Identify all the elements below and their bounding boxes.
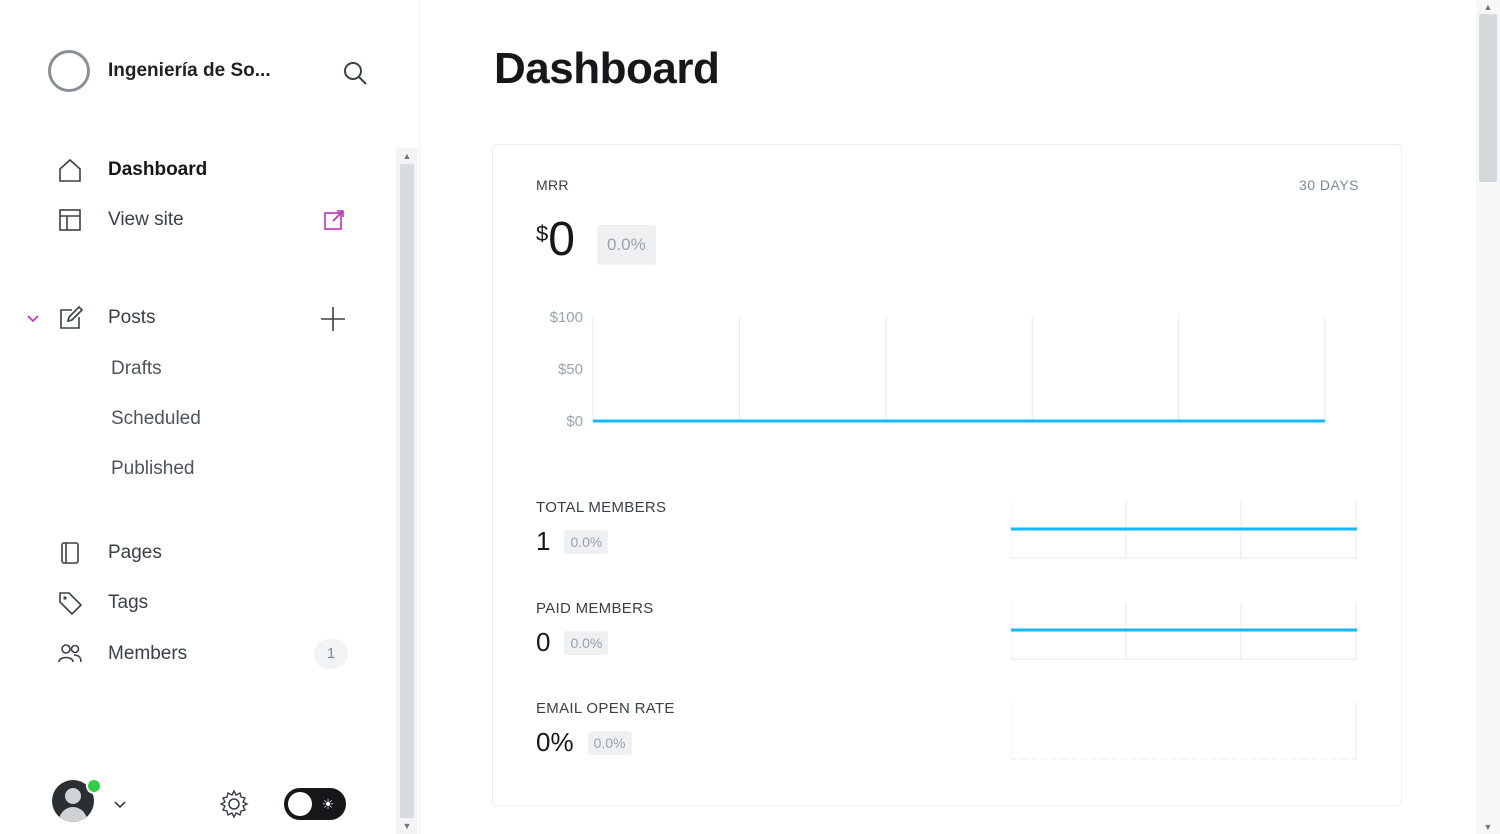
search-icon[interactable] — [340, 58, 370, 88]
tag-icon — [56, 589, 84, 617]
nav-members-label: Members — [108, 643, 188, 664]
metric-change-badge: 0.0% — [587, 730, 632, 755]
nav-scheduled[interactable]: Scheduled — [111, 405, 201, 433]
chevron-down-icon[interactable] — [24, 309, 42, 327]
members-icon — [56, 640, 84, 668]
nav-posts-label: Posts — [108, 307, 156, 328]
members-count-badge: 1 — [314, 639, 348, 669]
sidebar-footer: ☀ — [0, 770, 396, 834]
home-icon — [56, 156, 84, 184]
nav-tags[interactable]: Tags — [56, 588, 148, 618]
metric-label: EMAIL OPEN RATE — [536, 700, 675, 717]
chevron-down-icon[interactable] — [112, 796, 128, 812]
user-avatar[interactable] — [52, 778, 102, 826]
metric-label: PAID MEMBERS — [536, 600, 654, 617]
page-icon — [56, 539, 84, 567]
y-tick-label: $100 — [550, 309, 583, 326]
nav-dashboard[interactable]: Dashboard — [56, 155, 207, 185]
nav-view-site-label: View site — [108, 209, 184, 230]
metric-value: 1 — [536, 526, 551, 556]
new-post-plus-icon[interactable] — [318, 304, 348, 334]
online-status-dot — [86, 778, 102, 794]
metric-change-badge: 0.0% — [564, 630, 609, 655]
sidebar-scrollbar[interactable]: ▲ ▼ — [396, 148, 418, 834]
y-tick-label: $50 — [558, 361, 583, 378]
scroll-down-arrow-icon[interactable]: ▼ — [401, 821, 413, 831]
scroll-up-arrow-icon[interactable]: ▲ — [401, 151, 413, 161]
site-logo — [48, 50, 90, 92]
site-brand[interactable]: Ingeniería de So... — [48, 50, 308, 92]
mrr-currency: $ — [536, 221, 549, 246]
metric-email-open-rate: EMAIL OPEN RATE 0% 0.0% — [536, 700, 675, 758]
dashboard-card: MRR 30 DAYS $ 0 0.0% $100 $50 $0 TOTAL MEM… — [492, 144, 1402, 806]
y-tick-label: $0 — [566, 413, 583, 430]
mrr-change-badge: 0.0% — [597, 225, 656, 265]
sidebar: Ingeniería de So... Dashboard View site … — [0, 0, 420, 834]
sun-icon: ☀ — [321, 796, 335, 812]
metric-change-badge: 0.0% — [564, 529, 609, 554]
scroll-up-arrow-icon[interactable]: ▲ — [1482, 2, 1494, 12]
mrr-chart: $100 $50 $0 — [550, 309, 1326, 430]
sidebar-scroll-thumb[interactable] — [400, 164, 414, 818]
site-name: Ingeniería de So... — [108, 60, 271, 81]
toggle-knob — [288, 792, 312, 816]
metric-value: 0% — [536, 727, 574, 757]
nav-tags-label: Tags — [108, 592, 149, 613]
metric-label: TOTAL MEMBERS — [536, 499, 667, 516]
nav-pages[interactable]: Pages — [56, 538, 162, 568]
nav-published[interactable]: Published — [111, 455, 194, 483]
scroll-down-arrow-icon[interactable]: ▼ — [1482, 822, 1494, 832]
date-range-label[interactable]: 30 DAYS — [1299, 177, 1359, 193]
layout-icon — [56, 206, 84, 234]
external-link-icon[interactable] — [322, 208, 346, 232]
metric-paid-members: PAID MEMBERS 0 0.0% — [536, 600, 654, 658]
total-members-sparkline — [1011, 501, 1357, 559]
window-scrollbar[interactable]: ▲ ▼ — [1476, 0, 1500, 834]
edit-icon — [56, 304, 84, 332]
nav-dashboard-label: Dashboard — [108, 159, 208, 180]
page-title: Dashboard — [494, 44, 720, 93]
gear-icon[interactable] — [218, 788, 250, 820]
paid-members-sparkline — [1011, 602, 1357, 660]
mrr-value: $ 0 — [536, 215, 575, 265]
nav-drafts[interactable]: Drafts — [111, 355, 162, 383]
theme-toggle[interactable]: ☀ — [284, 788, 346, 820]
metric-value: 0 — [536, 627, 551, 657]
nav-members[interactable]: Members — [56, 639, 187, 669]
nav-posts[interactable]: Posts — [56, 303, 156, 333]
mrr-amount: 0 — [548, 213, 575, 266]
mrr-label: MRR — [536, 177, 569, 193]
metric-total-members: TOTAL MEMBERS 1 0.0% — [536, 499, 666, 557]
nav-pages-label: Pages — [108, 542, 162, 563]
nav-view-site[interactable]: View site — [56, 205, 184, 235]
window-scroll-thumb[interactable] — [1479, 14, 1497, 182]
email-open-rate-sparkline — [1011, 702, 1357, 760]
